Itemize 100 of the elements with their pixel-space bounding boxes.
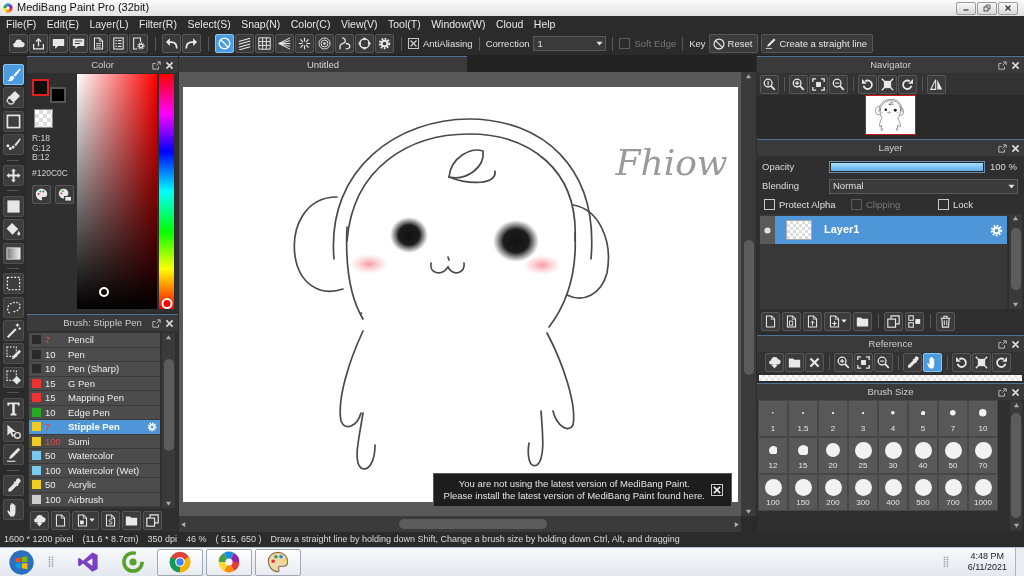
- background-color-swatch[interactable]: [50, 87, 66, 103]
- actual-size-button[interactable]: [760, 74, 779, 94]
- eyedropper-button[interactable]: [903, 353, 922, 372]
- notification-message[interactable]: You are not using the latest version of MediBang Paint. Please install the latest version of MediBang Paint found here.: [443, 478, 705, 502]
- brush-size-option[interactable]: 1: [758, 400, 788, 437]
- brush-size-option[interactable]: 5: [908, 400, 938, 437]
- radial-snap-button[interactable]: [295, 34, 314, 53]
- brush-tool[interactable]: [2, 64, 24, 85]
- brush-size-option[interactable]: 4: [878, 400, 908, 437]
- brush-size-option[interactable]: 25: [848, 437, 878, 474]
- lasso-tool[interactable]: [2, 296, 24, 318]
- popout-icon[interactable]: [998, 387, 1007, 397]
- vertical-scrollbar[interactable]: [1010, 401, 1022, 530]
- taskbar-app[interactable]: [157, 548, 203, 576]
- brush-size-option[interactable]: 300: [848, 474, 878, 511]
- magic-wand-tool[interactable]: [2, 320, 24, 342]
- menu-item[interactable]: Filter(R): [134, 17, 183, 31]
- select-pen-tool[interactable]: [2, 343, 24, 365]
- reset-rotation-button[interactable]: [878, 74, 897, 94]
- brush-size-option[interactable]: 30: [878, 437, 908, 474]
- brush-size-option[interactable]: 12: [758, 437, 788, 474]
- zoom-in-button[interactable]: [789, 74, 808, 94]
- brush-size-option[interactable]: 3: [848, 400, 878, 437]
- perspective-snap-button[interactable]: [275, 34, 294, 53]
- close-icon[interactable]: [1011, 60, 1020, 70]
- brush-size-option[interactable]: 200: [818, 474, 848, 511]
- brush-list-item[interactable]: 50 Acrylic: [29, 478, 160, 493]
- comment-button[interactable]: [49, 34, 68, 53]
- import-layer-button[interactable]: [803, 311, 822, 331]
- square-tool[interactable]: [2, 110, 24, 132]
- popout-icon[interactable]: [998, 143, 1007, 153]
- circle-snap-button[interactable]: [355, 34, 374, 53]
- clock-date[interactable]: 6/11/2021: [967, 562, 1007, 573]
- taskbar-app[interactable]: [206, 548, 252, 576]
- gradient-tool[interactable]: [2, 242, 24, 264]
- close-icon[interactable]: [1011, 339, 1020, 349]
- grid-snap-button[interactable]: [255, 34, 274, 53]
- document-settings-button[interactable]: [129, 34, 148, 53]
- arrow-up-icon[interactable]: [745, 73, 752, 80]
- brush-size-option[interactable]: 100: [758, 474, 788, 511]
- scroll-thumb[interactable]: [1011, 413, 1021, 518]
- eyedropper-tool[interactable]: [2, 475, 24, 497]
- text-tool[interactable]: [2, 397, 24, 419]
- close-icon[interactable]: [1011, 387, 1020, 397]
- layer-folder-button[interactable]: [853, 311, 872, 331]
- brush-size-option[interactable]: 1.5: [788, 400, 818, 437]
- menu-item[interactable]: Select(S): [182, 17, 237, 31]
- select-tool[interactable]: [2, 273, 24, 295]
- navigator-thumbnail[interactable]: [865, 95, 916, 135]
- vertical-scrollbar[interactable]: [741, 72, 756, 516]
- brush-script-button[interactable]: [101, 510, 120, 530]
- hue-slider[interactable]: [159, 74, 174, 309]
- arrow-down-icon[interactable]: [1012, 301, 1019, 308]
- brush-list-item[interactable]: 15 Mapping Pen: [29, 391, 160, 406]
- new-layer-button[interactable]: [761, 311, 780, 331]
- blending-dropdown[interactable]: Normal: [829, 178, 1018, 194]
- brush-size-option[interactable]: 1000: [968, 474, 998, 511]
- menu-item[interactable]: Layer(L): [84, 17, 135, 31]
- menu-item[interactable]: Color(C): [285, 17, 336, 31]
- vertical-scrollbar[interactable]: [162, 333, 175, 508]
- load-reference-button[interactable]: [765, 353, 784, 372]
- brush-size-option[interactable]: 20: [818, 437, 848, 474]
- checkbox[interactable]: [938, 199, 949, 210]
- copy-brush-button[interactable]: [72, 510, 99, 530]
- pointer-tool[interactable]: [2, 421, 24, 443]
- add-layer-button[interactable]: [824, 311, 851, 331]
- gear-icon[interactable]: [147, 421, 157, 432]
- brush-size-option[interactable]: 500: [908, 474, 938, 511]
- popout-icon[interactable]: [152, 318, 161, 328]
- merge-layer-button[interactable]: [905, 311, 924, 331]
- redo-button[interactable]: [182, 34, 201, 53]
- transparent-color-swatch[interactable]: [34, 109, 53, 128]
- load-brush-button[interactable]: [30, 510, 49, 530]
- open-reference-button[interactable]: [785, 353, 804, 372]
- arrow-down-icon[interactable]: [1012, 522, 1020, 529]
- scroll-thumb[interactable]: [399, 519, 547, 529]
- palette-button[interactable]: [32, 184, 51, 204]
- snap-settings-button[interactable]: [375, 34, 394, 53]
- brush-size-option[interactable]: 700: [938, 474, 968, 511]
- fit-window-button[interactable]: [809, 74, 828, 94]
- brush-list-item[interactable]: 10 Pen (Sharp): [29, 362, 160, 377]
- brush-size-option[interactable]: 150: [788, 474, 818, 511]
- document-button[interactable]: [89, 34, 108, 53]
- brush-list-item[interactable]: 50 Watercolor: [29, 449, 160, 464]
- new-brush-button[interactable]: [51, 510, 70, 530]
- popout-icon[interactable]: [998, 60, 1007, 70]
- menu-item[interactable]: Cloud: [490, 17, 529, 31]
- menu-item[interactable]: Snap(N): [236, 17, 286, 31]
- reset-button[interactable]: Reset: [708, 34, 759, 53]
- message-button[interactable]: [69, 34, 88, 53]
- straight-line-button[interactable]: Create a straight line: [761, 34, 874, 53]
- menu-item[interactable]: Edit(E): [41, 17, 85, 31]
- rotate-right-button[interactable]: [992, 353, 1011, 372]
- brush-size-option[interactable]: 40: [908, 437, 938, 474]
- brush-list-item[interactable]: 7 Pencil: [29, 333, 160, 348]
- vertical-scrollbar[interactable]: [1009, 214, 1022, 309]
- bucket-tool[interactable]: [2, 219, 24, 241]
- brush-size-option[interactable]: 2: [818, 400, 848, 437]
- clock-time[interactable]: 4:48 PM: [970, 551, 1005, 562]
- taskbar-app[interactable]: [255, 548, 301, 576]
